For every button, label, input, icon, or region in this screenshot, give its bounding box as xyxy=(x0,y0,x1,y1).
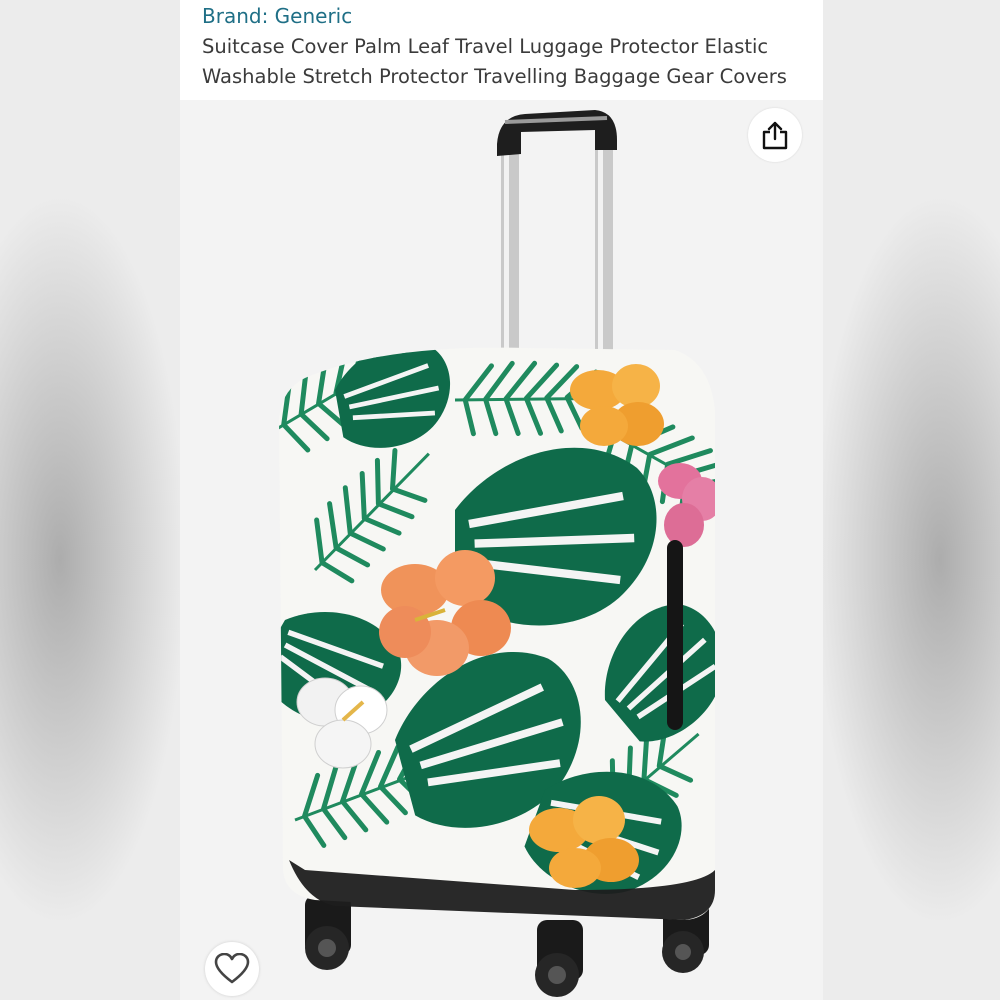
favorite-button[interactable] xyxy=(205,942,259,996)
product-header: Brand: Generic Suitcase Cover Palm Leaf … xyxy=(180,0,823,100)
product-image-area[interactable] xyxy=(180,100,823,1000)
product-panel: Brand: Generic Suitcase Cover Palm Leaf … xyxy=(180,0,823,1000)
product-image xyxy=(279,110,715,997)
share-button[interactable] xyxy=(748,108,802,162)
share-icon xyxy=(762,121,788,150)
heart-icon xyxy=(214,953,250,984)
brand-link[interactable]: Brand: Generic xyxy=(202,4,352,28)
product-title: Suitcase Cover Palm Leaf Travel Luggage … xyxy=(202,35,787,88)
